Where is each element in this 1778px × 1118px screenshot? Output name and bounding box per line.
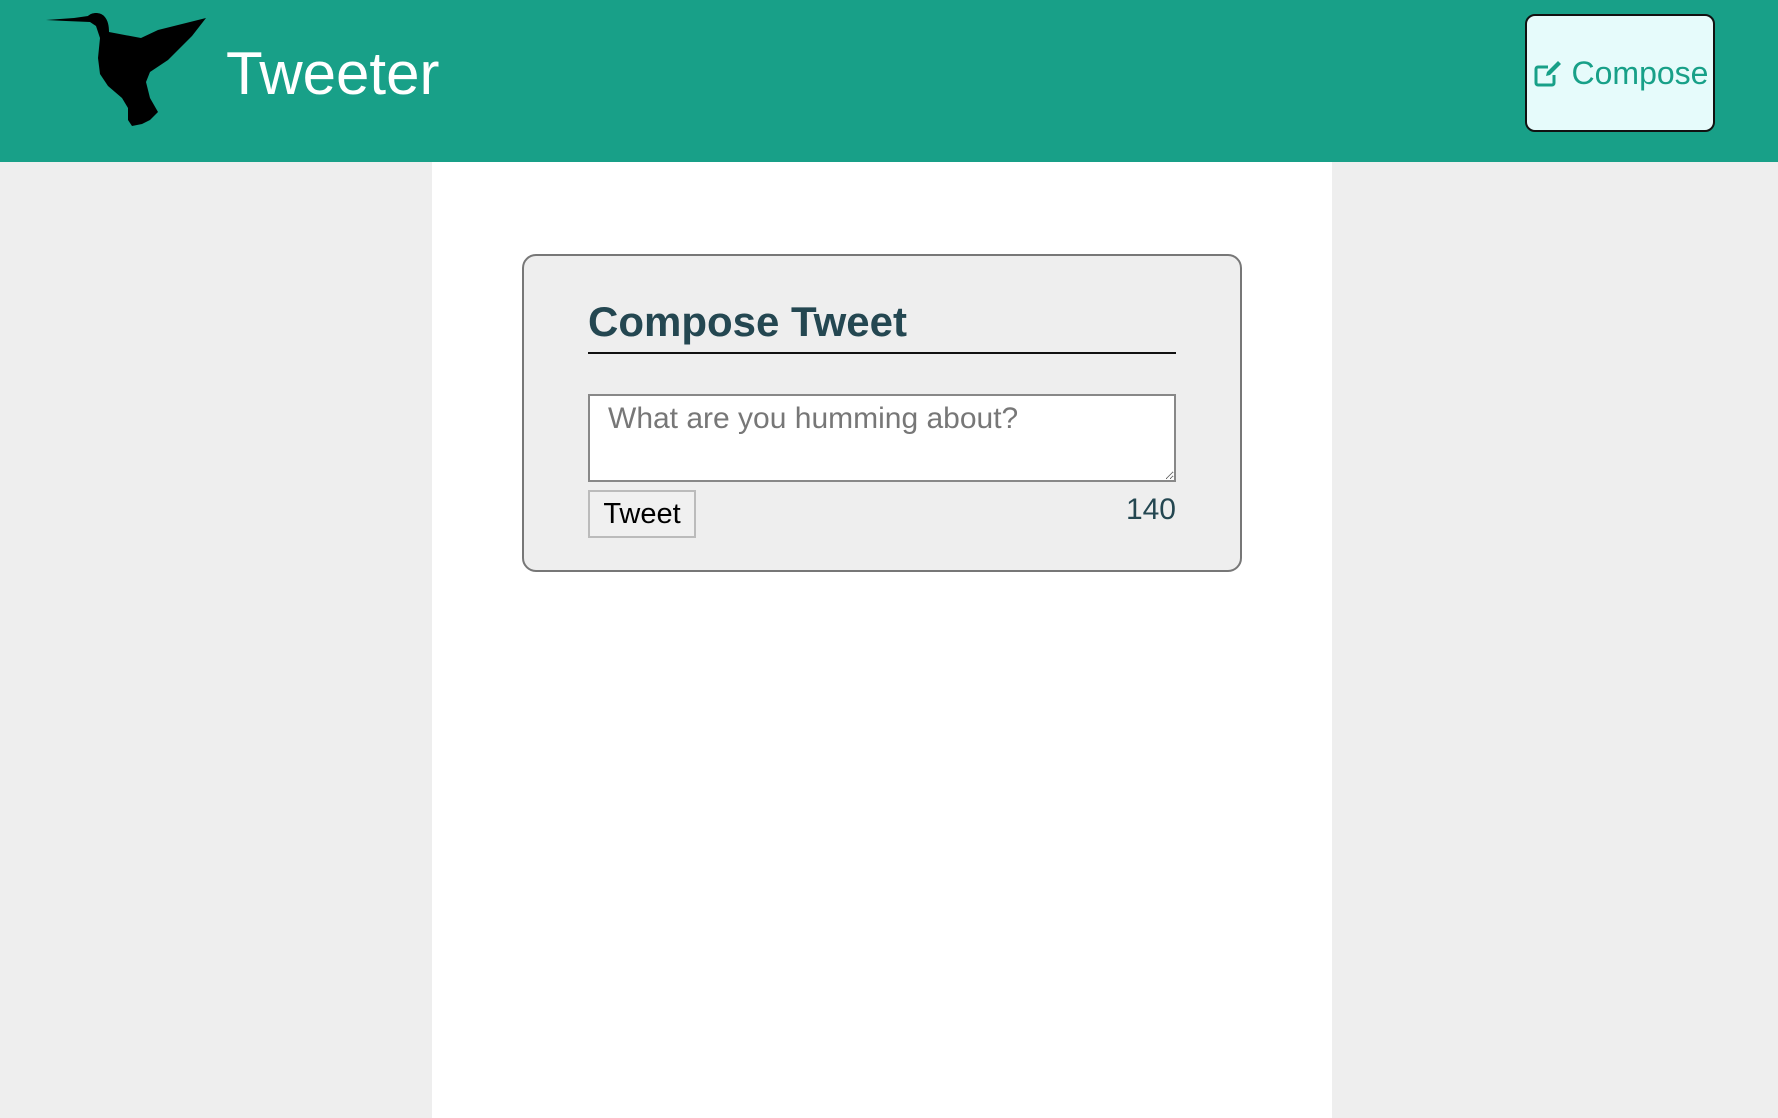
tweet-submit-button[interactable]: Tweet bbox=[588, 490, 696, 538]
tweet-textarea[interactable] bbox=[588, 394, 1176, 482]
top-navbar: Tweeter Compose bbox=[0, 0, 1778, 162]
character-counter: 140 bbox=[1125, 493, 1176, 526]
edit-icon bbox=[1532, 57, 1564, 89]
compose-button-label: Compose bbox=[1571, 54, 1709, 91]
main-content: Compose Tweet Tweet 140 bbox=[432, 162, 1332, 1118]
brand-title: Tweeter bbox=[226, 40, 440, 107]
compose-tweet-card: Compose Tweet Tweet 140 bbox=[522, 254, 1242, 572]
hummingbird-icon bbox=[46, 12, 206, 128]
compose-tweet-heading: Compose Tweet bbox=[588, 296, 1176, 354]
compose-button[interactable]: Compose bbox=[1525, 14, 1715, 132]
